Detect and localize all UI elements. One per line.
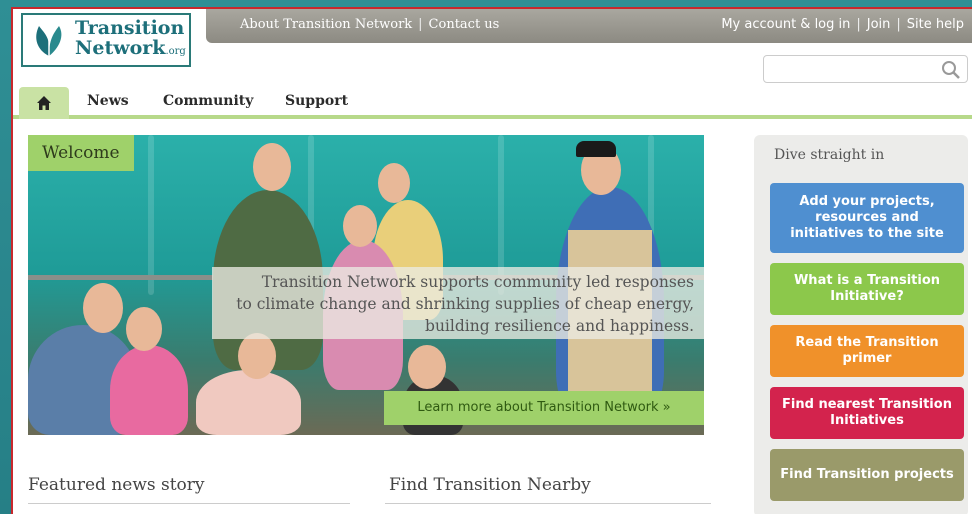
site-help-link[interactable]: Site help: [907, 17, 964, 32]
find-initiatives-button[interactable]: Find nearest Transition Initiatives: [770, 387, 964, 439]
hero-banner: Welcome Transition Network supports comm…: [28, 135, 704, 435]
nav-news[interactable]: News: [87, 93, 129, 109]
hero-tagline: Transition Network supports community le…: [212, 267, 704, 339]
logo-line1: Transition: [75, 17, 185, 39]
logo-line2: Network.org: [75, 38, 186, 62]
learn-more-button[interactable]: Learn more about Transition Network »: [384, 391, 704, 425]
home-icon: [37, 96, 51, 110]
leaf-logo-icon: [36, 26, 62, 56]
person-photo: [378, 163, 410, 203]
tagline-line: to climate change and shrinking supplies…: [236, 295, 694, 313]
join-link[interactable]: Join: [867, 17, 891, 32]
site-logo[interactable]: Transition Network.org: [21, 13, 191, 67]
search-box: [763, 55, 968, 83]
divider: [385, 503, 711, 504]
divider: [28, 503, 350, 504]
login-link[interactable]: My account & log in: [721, 17, 850, 32]
tagline-line: building resilience and happiness.: [425, 317, 694, 335]
find-nearby-heading: Find Transition Nearby: [389, 475, 591, 495]
person-photo: [343, 205, 377, 247]
main-nav: News Community Support: [13, 83, 972, 119]
nav-community[interactable]: Community: [163, 93, 253, 109]
page: Transition Network.org About Transition …: [11, 7, 972, 514]
separator: |: [896, 17, 901, 32]
search-input[interactable]: [770, 56, 940, 82]
contact-link[interactable]: Contact us: [429, 17, 500, 32]
top-left-links: About Transition Network | Contact us: [240, 17, 499, 32]
person-photo: [126, 307, 162, 351]
top-right-links: My account & log in | Join | Site help: [721, 17, 964, 32]
person-photo: [576, 141, 616, 157]
add-projects-button[interactable]: Add your projects, resources and initiat…: [770, 183, 964, 253]
dive-in-sidebar: Dive straight in Add your projects, reso…: [754, 135, 968, 514]
logo-suffix: .org: [165, 46, 186, 57]
person-photo: [253, 143, 291, 191]
person-photo: [110, 345, 188, 435]
separator: |: [418, 17, 423, 32]
tagline-line: Transition Network supports community le…: [261, 273, 694, 291]
nav-support[interactable]: Support: [285, 93, 348, 109]
person-photo: [196, 370, 301, 435]
find-projects-button[interactable]: Find Transition projects: [770, 449, 964, 501]
nav-home-tab[interactable]: [19, 87, 69, 119]
about-link[interactable]: About Transition Network: [240, 17, 412, 32]
welcome-label: Welcome: [28, 135, 134, 171]
person-photo: [238, 333, 276, 379]
sidebar-title: Dive straight in: [774, 147, 885, 163]
tunnel-rib: [148, 135, 154, 295]
person-photo: [408, 345, 446, 389]
logo-text: Transition Network.org: [75, 18, 186, 62]
logo-line2-word: Network: [75, 37, 166, 59]
read-primer-button[interactable]: Read the Transition primer: [770, 325, 964, 377]
top-utility-bar: About Transition Network | Contact us My…: [206, 9, 972, 43]
featured-news-heading: Featured news story: [28, 475, 205, 495]
separator: |: [856, 17, 861, 32]
person-photo: [83, 283, 123, 333]
search-icon[interactable]: [941, 60, 961, 80]
what-is-initiative-button[interactable]: What is a Transition Initiative?: [770, 263, 964, 315]
